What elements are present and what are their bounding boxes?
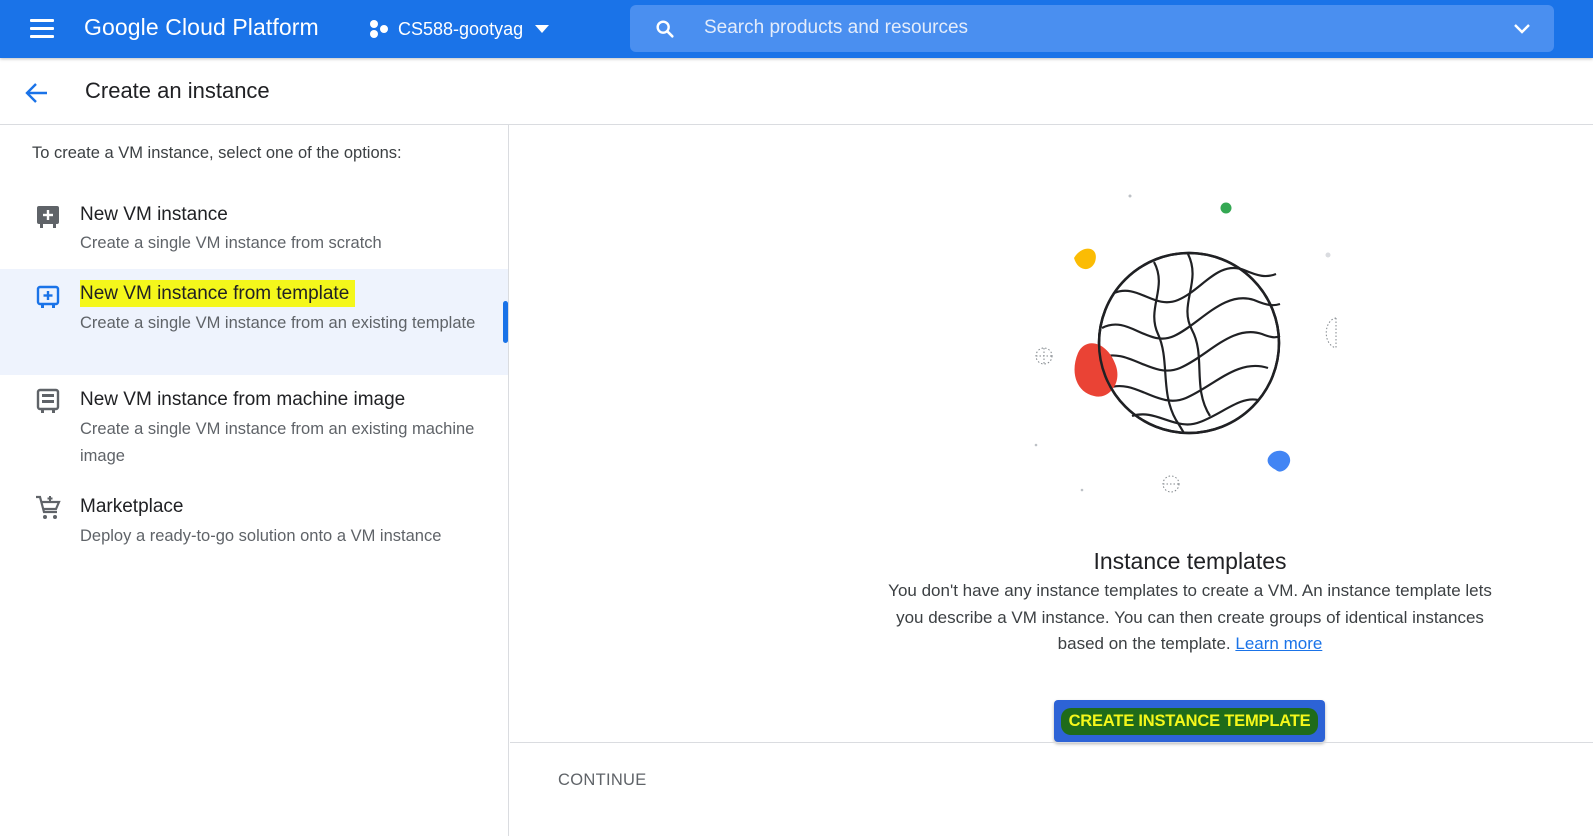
option-new-vm-instance[interactable]: New VM instance Create a single VM insta… (0, 195, 508, 269)
learn-more-link[interactable]: Learn more (1235, 634, 1322, 653)
caret-down-icon (535, 25, 550, 33)
intro-text: To create a VM instance, select one of t… (32, 144, 402, 162)
option-title: New VM instance (80, 204, 228, 225)
options-panel: To create a VM instance, select one of t… (0, 125, 509, 836)
option-description: Deploy a ready-to-go solution onto a VM … (80, 527, 442, 545)
search-bar[interactable] (630, 5, 1554, 52)
add-box-outline-icon (36, 285, 60, 308)
option-description: Create a single VM instance from an exis… (80, 420, 475, 465)
empty-state-description: You don't have any instance templates to… (888, 581, 1492, 653)
search-input[interactable] (704, 13, 1464, 43)
chevron-down-icon[interactable] (1512, 19, 1532, 39)
option-title: New VM instance from template (80, 280, 356, 307)
machine-image-icon (36, 388, 60, 413)
selection-indicator (503, 301, 508, 343)
page-header: Create an instance (0, 60, 1593, 125)
create-instance-template-label: CREATE INSTANCE TEMPLATE (1060, 707, 1319, 735)
globe-illustration (1034, 194, 1337, 493)
option-title: New VM instance from machine image (80, 389, 406, 410)
option-description: Create a single VM instance from scratch (80, 234, 382, 252)
create-instance-template-button[interactable]: CREATE INSTANCE TEMPLATE (1054, 700, 1325, 742)
option-marketplace[interactable]: Marketplace Deploy a ready-to-go solutio… (0, 481, 508, 561)
project-selector[interactable]: CS588-gootyag (368, 14, 550, 44)
back-arrow-icon[interactable] (24, 80, 50, 106)
option-description: Create a single VM instance from an exis… (80, 314, 476, 332)
top-app-bar: Google Cloud Platform CS588-gootyag (0, 0, 1593, 58)
add-box-icon (37, 206, 59, 228)
highlighted-title: New VM instance from template (80, 280, 356, 307)
continue-button[interactable]: CONTINUE (558, 771, 647, 790)
search-icon (656, 20, 674, 38)
hamburger-menu-icon[interactable] (24, 13, 58, 45)
footer-bar: CONTINUE (510, 742, 1593, 836)
cart-icon (36, 495, 61, 519)
option-title: Marketplace (80, 496, 184, 517)
option-new-vm-from-template[interactable]: New VM instance from template Create a s… (0, 269, 508, 375)
option-new-vm-from-machine-image[interactable]: New VM instance from machine image Creat… (0, 375, 508, 481)
empty-state-title: Instance templates (1093, 548, 1287, 574)
empty-state-text: You don't have any instance templates to… (880, 578, 1500, 658)
project-dots-icon (370, 20, 388, 38)
page-title: Create an instance (85, 78, 270, 103)
brand-title[interactable]: Google Cloud Platform (84, 14, 319, 41)
project-name: CS588-gootyag (398, 18, 524, 39)
